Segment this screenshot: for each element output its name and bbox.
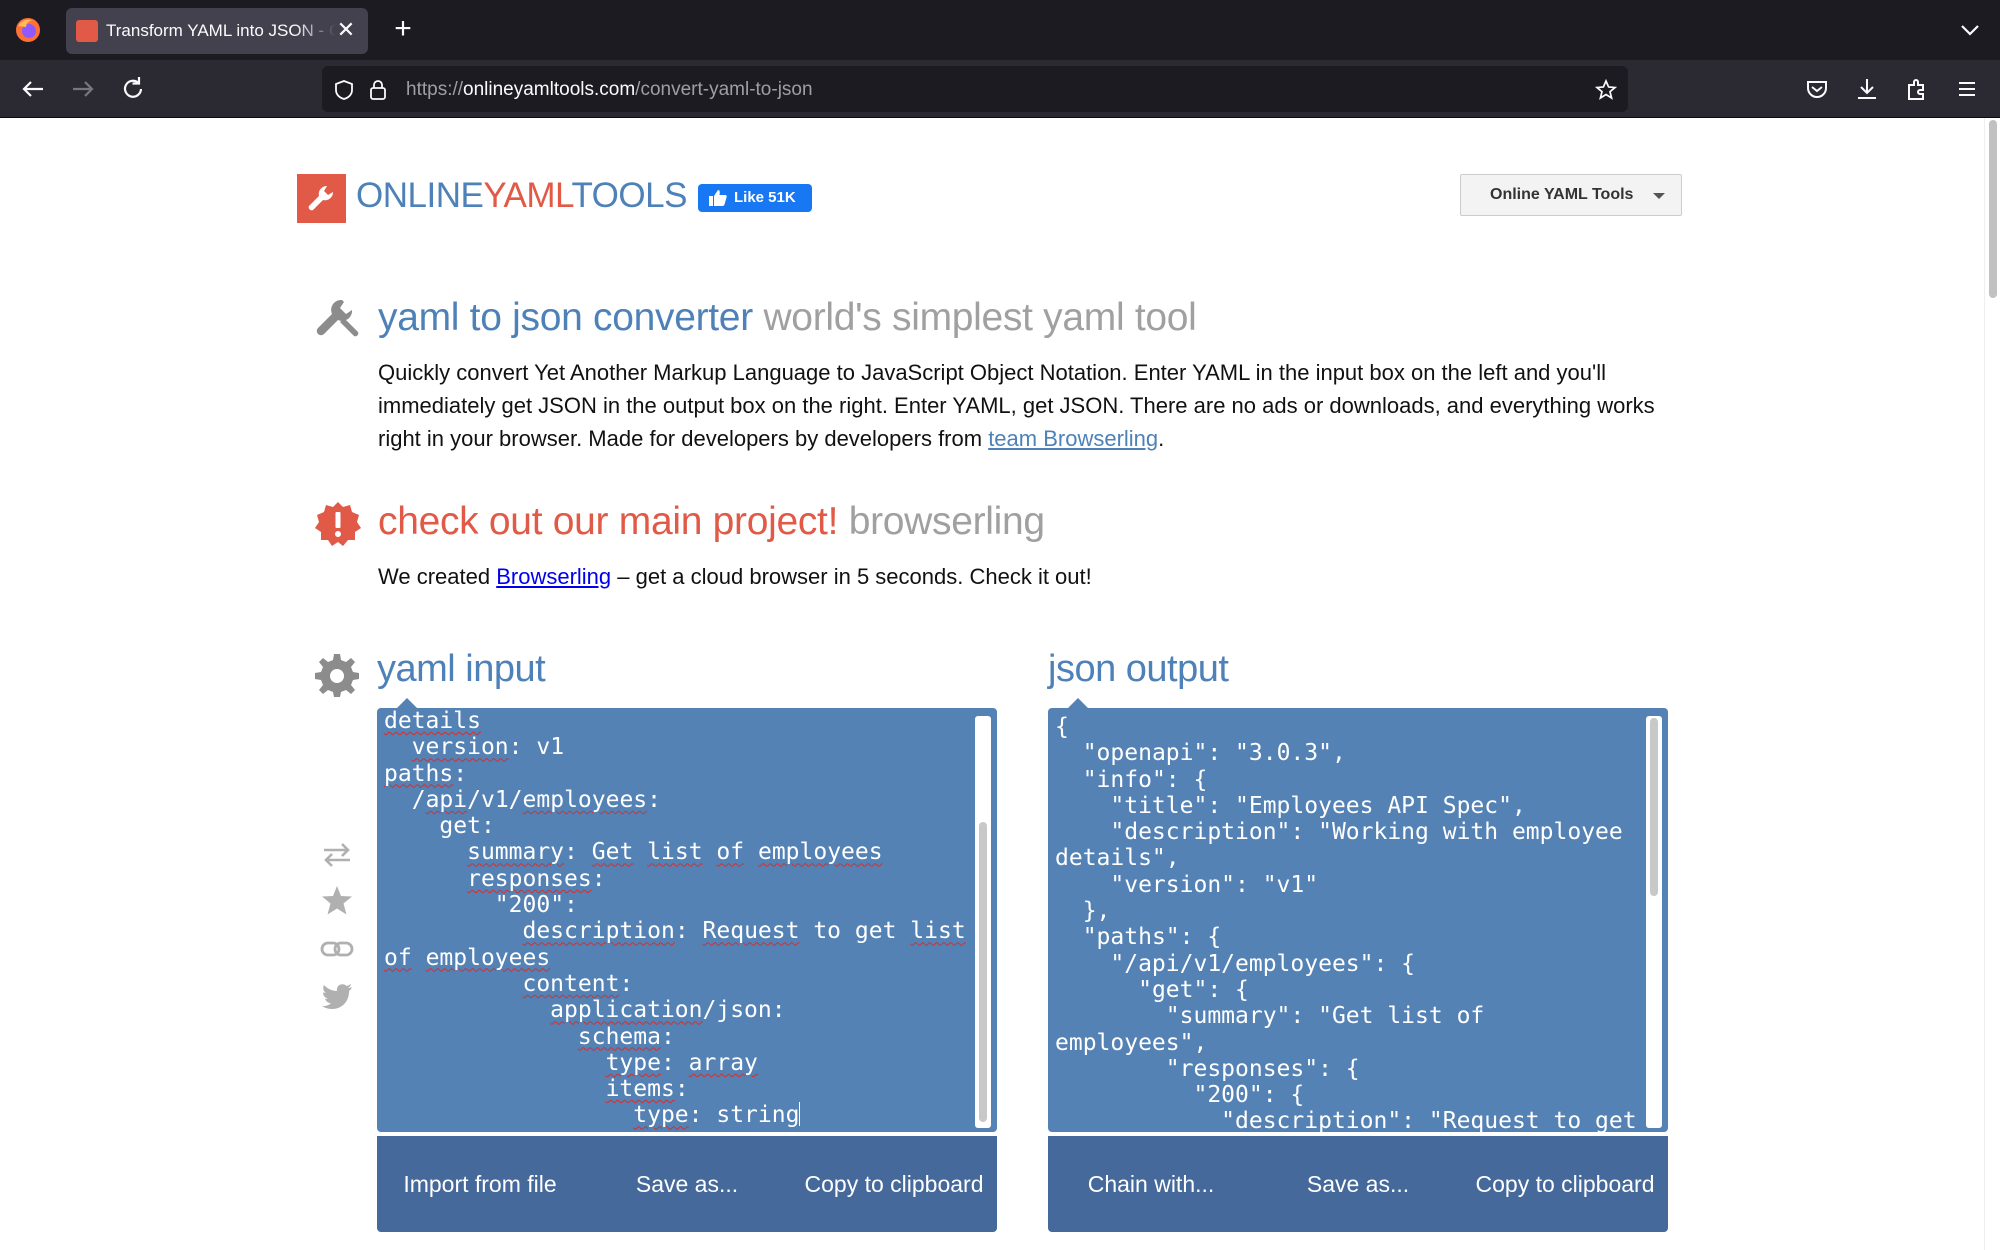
copy-to-clipboard-button[interactable]: Copy to clipboard [791,1136,997,1232]
page-scrollbar[interactable] [1984,118,2000,1250]
firefox-icon[interactable] [14,16,42,44]
yaml-line: version: v1 [411,734,565,761]
swap-arrows-icon[interactable] [320,838,354,872]
yaml-line: schema: [577,1023,675,1050]
save-as-button[interactable]: Save as... [1255,1136,1461,1232]
browser-nav-bar: https://onlineyamltools.com/convert-yaml… [0,60,2000,118]
yaml-input-scrollbar[interactable] [975,716,991,1128]
tools-dropdown[interactable]: Online YAML Tools [1460,174,1682,216]
yaml-line: description: Request to get list of empl… [384,918,966,971]
menu-icon[interactable] [1952,74,1982,104]
save-as-button[interactable]: Save as... [584,1136,790,1232]
yaml-line: /api/v1/employees: [411,786,662,813]
active-tab[interactable]: Transform YAML into JSON - Online YAML T… [66,8,368,54]
forward-arrow-icon[interactable] [68,74,98,104]
link-icon[interactable] [320,932,354,966]
copy-to-clipboard-button[interactable]: Copy to clipboard [1462,1136,1668,1232]
address-bar[interactable]: https://onlineyamltools.com/convert-yaml… [322,66,1628,112]
json-output-text: { "openapi": "3.0.3", "info": { "title":… [1055,714,1637,1132]
yaml-line: type: array [605,1049,758,1076]
thumbs-up-icon [709,190,727,206]
yaml-line: summary: Get list of employees [467,839,883,866]
intro-title: yaml to json converter [378,296,753,339]
yaml-line: content: [522,970,634,997]
pocket-icon[interactable] [1802,74,1832,104]
yaml-line: paths: [384,760,468,787]
import-from-file-button[interactable]: Import from file [377,1136,583,1232]
gear-icon[interactable] [314,652,360,698]
bookmark-star-icon[interactable] [1594,78,1618,102]
shield-icon[interactable] [332,78,356,102]
back-arrow-icon[interactable] [18,74,48,104]
yaml-input-title: yaml input [377,648,546,690]
lock-icon[interactable] [366,78,390,102]
yaml-line: details [384,708,481,734]
promo-heading: check out our main project! browserling [378,500,1045,544]
like-label: Like 51K [734,189,796,206]
caret-down-icon [1653,193,1665,199]
tab-title: Transform YAML into JSON - Online YAML T… [106,21,336,40]
twitter-icon[interactable] [320,980,354,1014]
yaml-input-text[interactable]: details version: v1 paths: /api/v1/employ… [384,708,969,1129]
json-output-title: json output [1048,648,1229,690]
promo-description: We created Browserling – get a cloud bro… [378,564,1092,589]
intro-heading: yaml to json converter world's simplest … [378,296,1197,340]
input-actions-bar: Import from file Save as... Copy to clip… [377,1136,997,1232]
browserling-link[interactable]: Browserling [496,564,611,589]
yaml-input-scroll-thumb[interactable] [979,822,987,1122]
json-output-textarea[interactable]: { "openapi": "3.0.3", "info": { "title":… [1048,708,1668,1132]
tab-favicon-icon [76,20,98,42]
page: ONLINEYAMLTOOLS Like 51K Online YAML Too… [0,118,2000,1250]
intro-subtitle: world's simplest yaml tool [763,296,1197,339]
reload-icon[interactable] [118,74,148,104]
text-cursor [799,1102,801,1127]
yaml-line: type: string [633,1102,801,1129]
tools-dropdown-label: Online YAML Tools [1490,186,1634,203]
site-logo-text[interactable]: ONLINEYAMLTOOLS [356,176,687,216]
facebook-like-button[interactable]: Like 51K [698,184,812,212]
team-browserling-link[interactable]: team Browserling [988,426,1158,451]
chevron-down-icon[interactable] [1956,16,1984,44]
promo-subtitle: browserling [848,500,1045,543]
json-output-scrollbar[interactable] [1646,716,1662,1128]
download-icon[interactable] [1852,74,1882,104]
promo-title: check out our main project! [378,500,839,543]
extensions-icon[interactable] [1902,74,1932,104]
output-actions-bar: Chain with... Save as... Copy to clipboa… [1048,1136,1668,1232]
intro-description: Quickly convert Yet Another Markup Langu… [378,360,1655,451]
yaml-line: "200": [494,892,578,919]
url-text: https://onlineyamltools.com/convert-yaml… [406,79,813,100]
tab-close-icon[interactable]: ✕ [334,18,358,42]
page-scroll-thumb[interactable] [1989,120,1997,298]
wrench-icon [316,299,359,337]
chain-with-button[interactable]: Chain with... [1048,1136,1254,1232]
yaml-line: responses: [467,865,606,892]
browser-tab-bar: Transform YAML into JSON - Online YAML T… [0,0,2000,60]
yaml-line: application/json: [550,997,786,1024]
wrench-logo-icon[interactable] [297,174,346,223]
star-icon[interactable] [320,884,354,918]
yaml-input-textarea[interactable]: details version: v1 paths: /api/v1/employ… [377,708,997,1132]
json-output-scroll-thumb[interactable] [1650,718,1658,896]
yaml-line: get: [439,813,495,840]
yaml-line: items: [605,1076,689,1103]
new-tab-button[interactable]: + [388,14,418,44]
alert-badge-icon [315,502,361,546]
